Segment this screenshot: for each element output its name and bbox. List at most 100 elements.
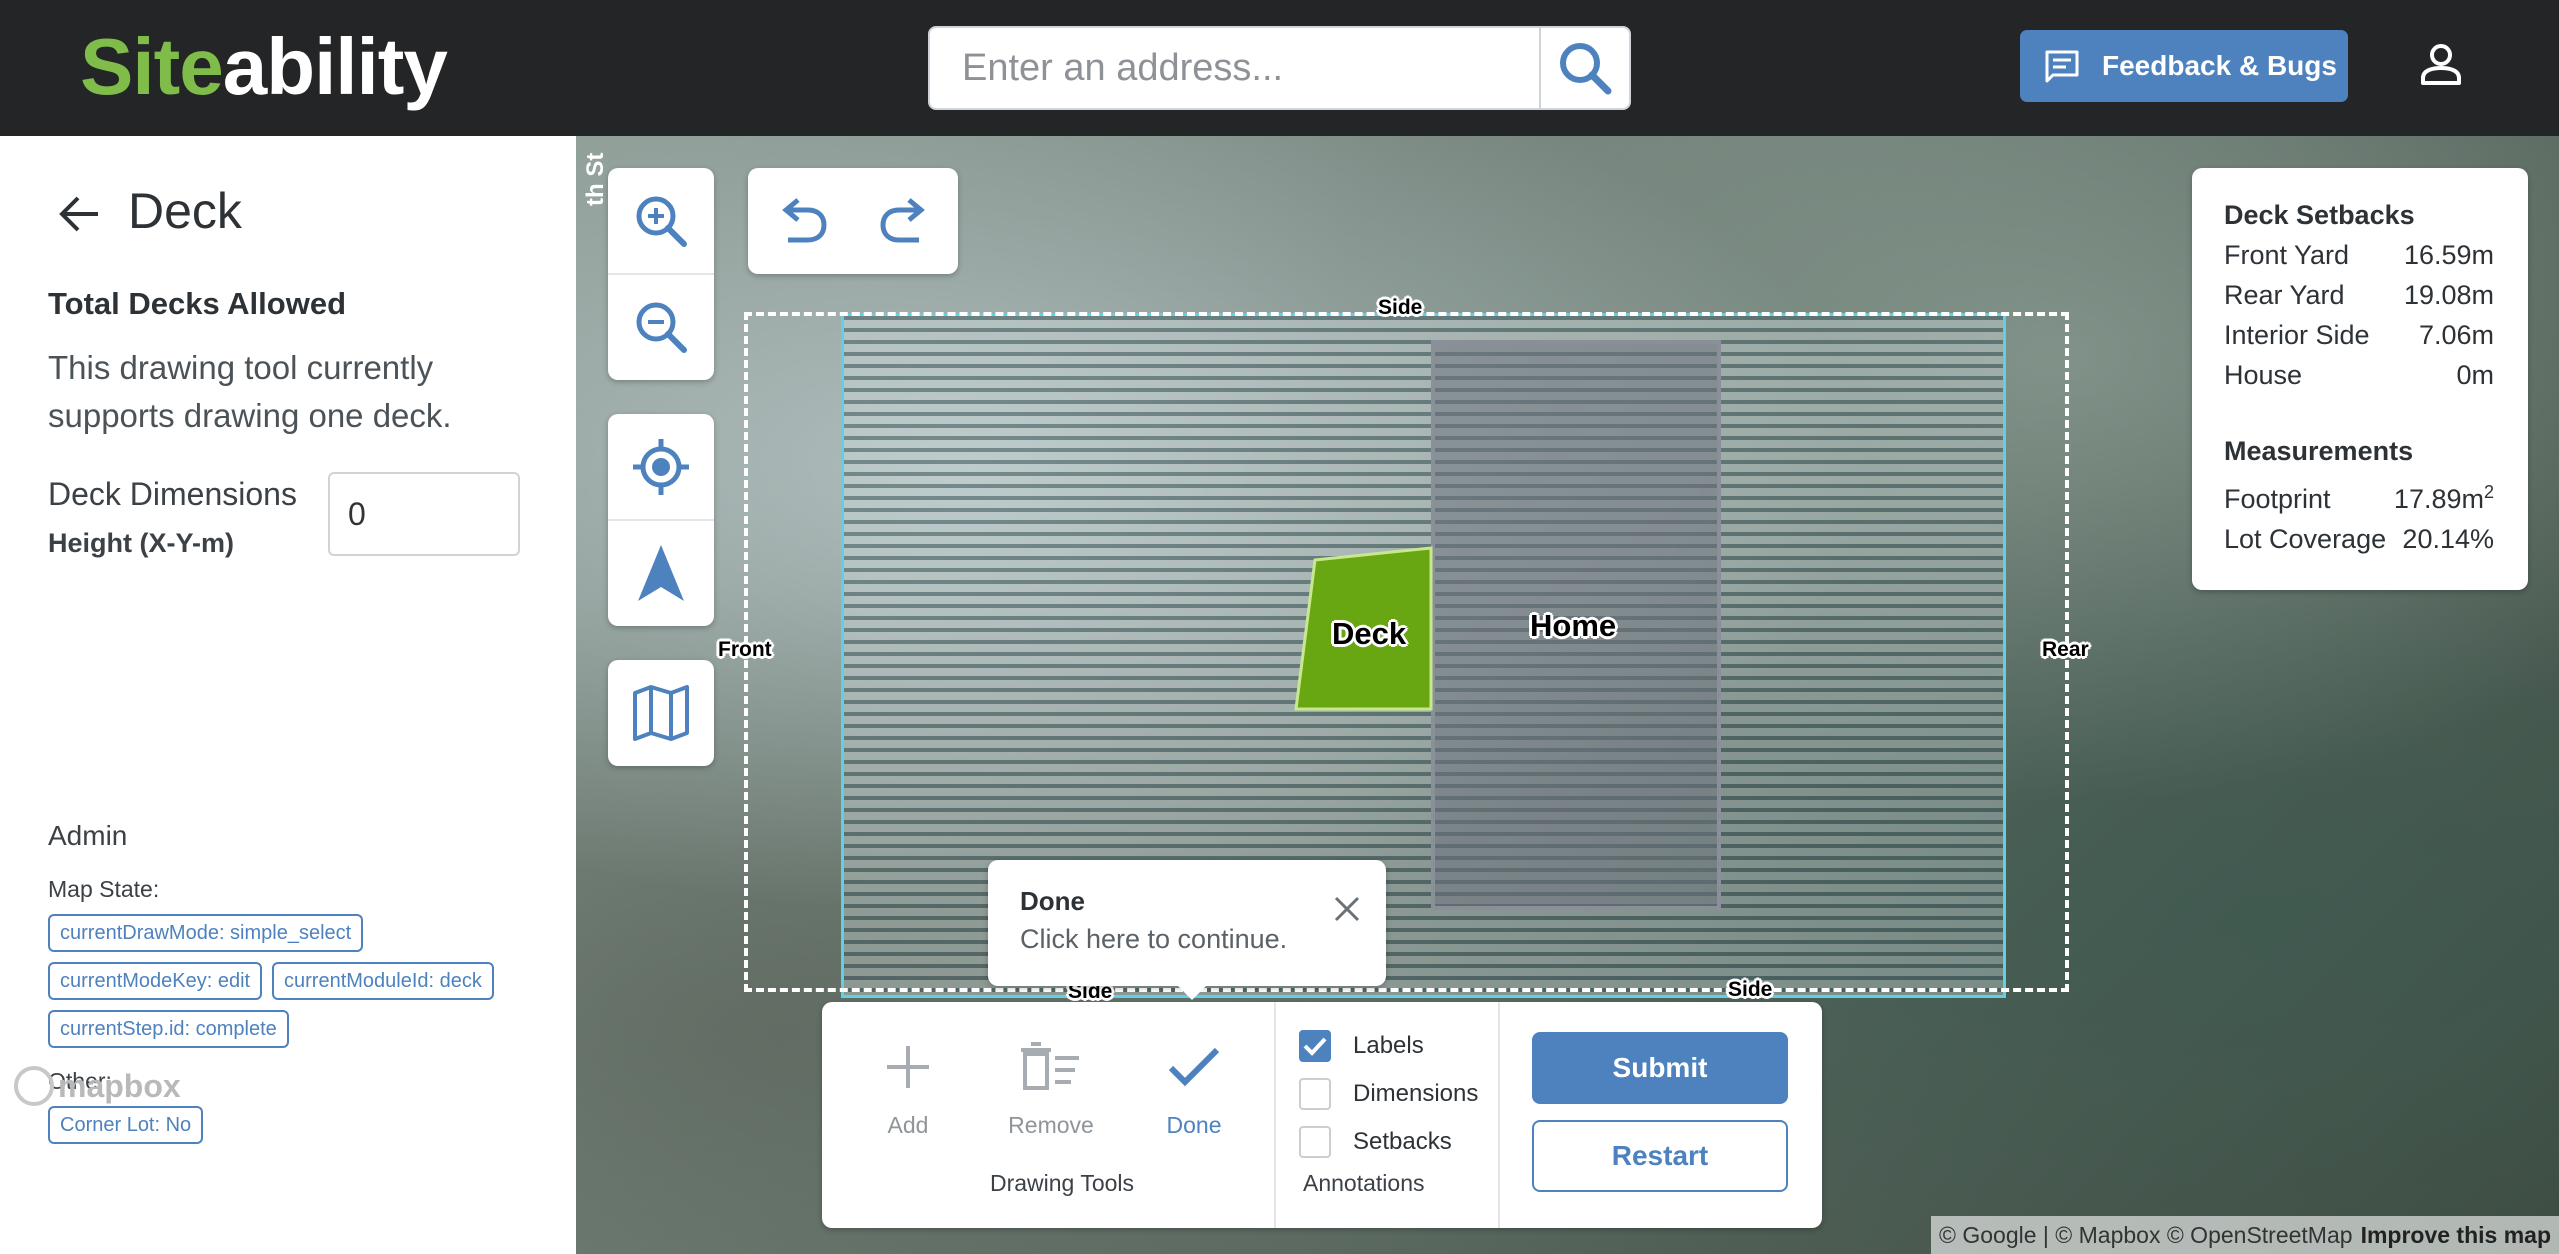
mapbox-logo[interactable]: mapbox <box>14 1066 181 1106</box>
map-style-button[interactable] <box>608 660 714 766</box>
setback-label-rear: Rear Yard <box>2224 280 2345 310</box>
location-controls <box>608 414 714 626</box>
state-chip-module-id: currentModuleId: deck <box>272 962 494 1000</box>
state-chip-step-id: currentStep.id: complete <box>48 1010 289 1048</box>
undo-button[interactable] <box>748 168 853 274</box>
checkmark-icon <box>1303 1037 1327 1056</box>
state-chip-mode-key: currentModeKey: edit <box>48 962 263 1000</box>
map-state-label: Map State: <box>48 876 160 902</box>
done-tool-button[interactable]: Done <box>1134 1032 1254 1139</box>
logo-part-ability: ability <box>222 22 448 111</box>
address-search-input[interactable] <box>930 28 1540 108</box>
close-icon <box>1334 896 1360 922</box>
setbacks-checkbox[interactable] <box>1299 1126 1331 1158</box>
deck-height-label: Height (X-Y-m) <box>48 528 234 558</box>
measurements-heading: Measurements <box>2224 436 2414 466</box>
total-decks-heading: Total Decks Allowed <box>48 286 347 321</box>
redo-icon <box>879 198 925 243</box>
address-search <box>928 26 1631 110</box>
navigate-icon <box>638 545 684 601</box>
improve-map-link[interactable]: Improve this map <box>2361 1222 2551 1249</box>
zoom-out-icon <box>636 302 687 353</box>
zoom-in-button[interactable] <box>608 168 714 274</box>
labels-toggle[interactable]: Labels <box>1299 1030 1424 1062</box>
setback-value-front: 16.59m <box>2403 240 2494 270</box>
page-title: Deck <box>128 183 242 239</box>
tooltip-body: Click here to continue. <box>1020 924 1288 954</box>
corner-lot-chip: Corner Lot: No <box>48 1106 204 1144</box>
dimensions-checkbox[interactable] <box>1299 1078 1331 1110</box>
attribution-text[interactable]: © Google | © Mapbox © OpenStreetMap <box>1939 1222 2353 1249</box>
plus-icon <box>887 1046 929 1088</box>
tooltip-pointer <box>1178 986 1206 1000</box>
add-tool-button[interactable]: Add <box>848 1032 968 1139</box>
label-side-top: Side <box>1378 296 1423 319</box>
feedback-button[interactable]: Feedback & Bugs <box>2020 30 2348 102</box>
zoom-in-icon <box>636 196 687 247</box>
restart-button[interactable]: Restart <box>1532 1120 1788 1192</box>
locate-icon <box>633 439 689 495</box>
feedback-label: Feedback & Bugs <box>2102 50 2337 81</box>
map-style-control <box>608 660 714 766</box>
setback-label-front: Front Yard <box>2224 240 2350 270</box>
search-button[interactable] <box>1539 28 1629 108</box>
setbacks-heading: Deck Setbacks <box>2224 200 2415 230</box>
dimensions-toggle[interactable]: Dimensions <box>1299 1078 1478 1110</box>
label-side-bottom-right: Side <box>1728 978 1773 1001</box>
user-menu-button[interactable] <box>2416 34 2466 94</box>
locate-button[interactable] <box>608 414 714 520</box>
navigate-button[interactable] <box>608 520 714 626</box>
footprint-value: 17.89m <box>2393 484 2484 514</box>
delete-icon <box>1021 1042 1079 1090</box>
toolbar-separator-1 <box>1274 1002 1276 1228</box>
tooltip-title: Done <box>1020 886 1085 916</box>
tool-description: This drawing tool currently supports dra… <box>48 349 452 434</box>
remove-tool-label: Remove <box>1008 1112 1094 1138</box>
label-front: Front <box>718 638 772 661</box>
zoom-controls <box>608 168 714 380</box>
footprint-value-wrap: 17.89m2 <box>2394 482 2494 515</box>
submit-button[interactable]: Submit <box>1532 1032 1788 1104</box>
setback-label-house: House <box>2224 360 2303 390</box>
done-tool-label: Done <box>1166 1112 1222 1138</box>
logo-part-site: Site <box>80 22 224 111</box>
undo-icon <box>781 198 827 243</box>
setbacks-panel: Deck Setbacks Front Yard 16.59m Rear Yar… <box>2192 168 2528 590</box>
deck-height-input[interactable] <box>328 472 520 556</box>
footprint-label: Footprint <box>2224 484 2331 514</box>
setbacks-toggle[interactable]: Setbacks <box>1299 1126 1452 1158</box>
app-header: Siteability Feedback & Bugs <box>0 0 2559 136</box>
map-icon <box>633 685 689 741</box>
user-icon <box>2421 44 2461 85</box>
annotations-label: Annotations <box>1303 1170 1425 1196</box>
footprint-unit-sup: 2 <box>2483 482 2494 502</box>
redo-button[interactable] <box>853 168 958 274</box>
add-tool-label: Add <box>887 1112 929 1138</box>
setbacks-checkbox-label: Setbacks <box>1353 1128 1452 1155</box>
labels-checkbox[interactable] <box>1299 1030 1331 1062</box>
done-tooltip[interactable]: Done Click here to continue. <box>988 860 1386 1000</box>
mapbox-logo-icon <box>14 1066 54 1106</box>
setback-value-interior-side: 7.06m <box>2418 320 2494 350</box>
remove-tool-button[interactable]: Remove <box>991 1032 1111 1139</box>
coverage-value: 20.14% <box>2402 524 2494 554</box>
labels-checkbox-label: Labels <box>1353 1032 1424 1059</box>
deck-dimensions-label: Deck Dimensions <box>48 476 297 512</box>
setback-label-interior-side: Interior Side <box>2224 320 2370 350</box>
history-controls <box>748 168 958 274</box>
arrow-left-icon <box>59 196 98 232</box>
chat-icon <box>2045 50 2079 83</box>
back-button[interactable] <box>56 190 104 238</box>
map-canvas[interactable]: th St Side Front Rear Side Side Deck Hom… <box>576 136 2559 1254</box>
tooltip-close-button[interactable] <box>1332 894 1362 924</box>
mapbox-logo-text: mapbox <box>58 1067 181 1104</box>
label-home: Home <box>1530 608 1617 643</box>
state-chip-draw-mode: currentDrawMode: simple_select <box>48 914 364 952</box>
zoom-out-button[interactable] <box>608 274 714 380</box>
setback-value-house: 0m <box>2456 360 2494 390</box>
dimensions-checkbox-label: Dimensions <box>1353 1080 1479 1107</box>
map-attribution: © Google | © Mapbox © OpenStreetMap Impr… <box>1931 1216 2559 1254</box>
drawing-toolbar: Add Remove Done Drawing Tools Labels Dim… <box>822 1002 1822 1228</box>
logo[interactable]: Siteability <box>80 22 448 112</box>
toolbar-separator-2 <box>1498 1002 1500 1228</box>
